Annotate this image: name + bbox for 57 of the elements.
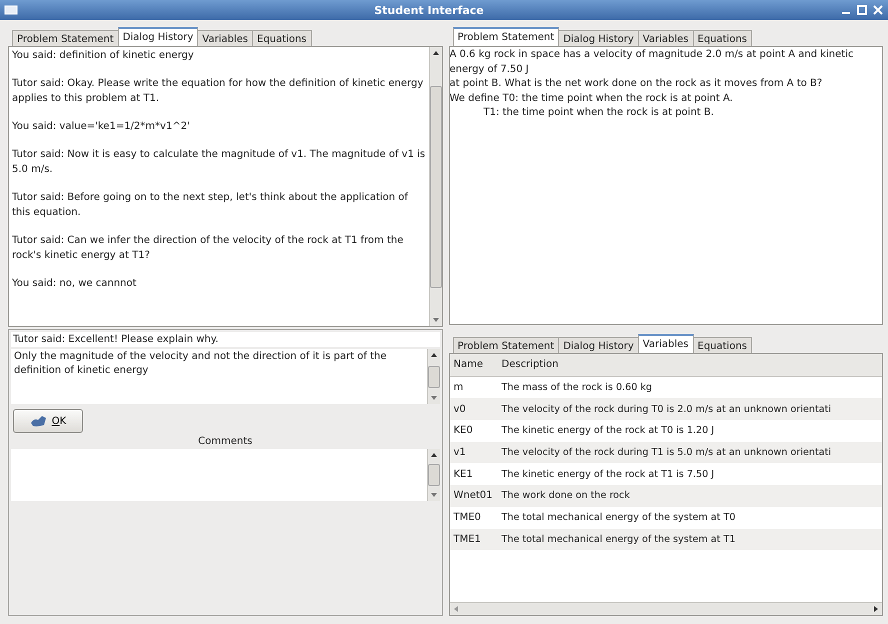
scroll-thumb[interactable] <box>428 366 440 388</box>
horizontal-scrollbar[interactable] <box>450 602 882 615</box>
column-header[interactable]: Description <box>502 359 558 370</box>
problem-text: T1: the time point when the rock is at point B. <box>482 106 715 120</box>
ok-button[interactable]: OK <box>13 409 83 433</box>
dialog-message: Tutor said: Before going on to the next step, let's think about the application of this equation. <box>12 191 410 220</box>
comments-field[interactable] <box>11 449 440 501</box>
tab[interactable]: Variables <box>197 30 253 46</box>
dialog-message: Tutor said: Okay. Please write the equation for how the definition of kinetic energy applies to this problem at T1. <box>12 77 424 106</box>
table-cell: The total mechanical energy of the system at T0 <box>502 512 736 524</box>
tab[interactable]: Variables <box>638 30 694 46</box>
tab[interactable]: Problem Statement <box>452 27 560 46</box>
table-cell-text: TME0 <box>452 512 482 524</box>
vertical-scrollbar[interactable] <box>428 47 442 326</box>
table-cell: The velocity of the rock during T1 is 5.0 m/s at an unknown orientati <box>502 447 832 458</box>
column-header[interactable]: Name <box>450 359 502 370</box>
table-cell-text: Wnet01 <box>452 490 494 502</box>
close-icon[interactable] <box>872 4 884 16</box>
tab[interactable]: Dialog History <box>118 27 198 46</box>
tab[interactable]: Equations <box>692 30 752 46</box>
dialog-message: You said: value='ke1=1/2*m*v1^2' <box>12 120 191 134</box>
vertical-scrollbar[interactable] <box>426 349 440 404</box>
window-title: Student Interface <box>373 4 485 16</box>
table-cell: The work done on the rock <box>502 490 630 502</box>
table-cell-text: KE0 <box>452 425 474 436</box>
maximize-icon[interactable] <box>856 4 868 16</box>
tab[interactable]: Problem Statement <box>452 337 560 353</box>
table-cell-text: v1 <box>452 447 467 458</box>
dialog-history-area[interactable] <box>8 46 442 327</box>
table-cell-text: v0 <box>452 404 467 415</box>
problem-text: We define T0: the time point when the rock is at point A. <box>450 92 734 106</box>
tab[interactable]: Dialog History <box>558 337 639 353</box>
table-cell: The total mechanical energy of the system at T1 <box>502 534 736 545</box>
vertical-scrollbar[interactable] <box>426 449 440 501</box>
scroll-thumb[interactable] <box>428 464 440 486</box>
table-cell-text: m <box>452 382 464 394</box>
window-menu-icon[interactable] <box>4 5 18 15</box>
problem-text: at point B. What is the net work done on the rock as it moves from A to B? <box>450 77 824 91</box>
tab[interactable]: Variables <box>638 334 694 353</box>
table-cell-text: KE1 <box>452 468 474 480</box>
scroll-thumb[interactable] <box>430 86 442 288</box>
tutor-prompt: Tutor said: Excellent! Please explain why. <box>11 332 440 347</box>
tab[interactable]: Dialog History <box>558 30 639 46</box>
dialog-message: Tutor said: Now it is easy to calculate the magnitude of v1. The magnitude of v1 is 5.0 m/s. <box>12 148 426 177</box>
tab[interactable]: Equations <box>252 30 312 46</box>
dialog-message: You said: definition of kinetic energy <box>12 49 195 63</box>
table-cell-text: TME1 <box>452 534 482 545</box>
comments-label: Comments <box>197 436 254 447</box>
table-cell: The kinetic energy of the rock at T0 is 1.20 J <box>502 425 714 436</box>
tab[interactable]: Problem Statement <box>12 30 119 46</box>
dialog-message: Tutor said: Can we infer the direction of the velocity of the rock at T1 from the rock's kinetic energy at T1? <box>12 234 404 263</box>
answer-field[interactable]: Only the magnitude of the velocity and not the direction of it is part of the definition of kinetic energy <box>11 349 440 404</box>
dialog-message: You said: no, we cannnot <box>12 277 138 291</box>
tab[interactable]: Equations <box>692 337 752 353</box>
table-cell: The velocity of the rock during T0 is 2.0 m/s at an unknown orientati <box>502 404 832 415</box>
table-cell: The kinetic energy of the rock at T1 is 7.50 J <box>502 468 714 480</box>
table-cell: The mass of the rock is 0.60 kg <box>502 382 652 394</box>
